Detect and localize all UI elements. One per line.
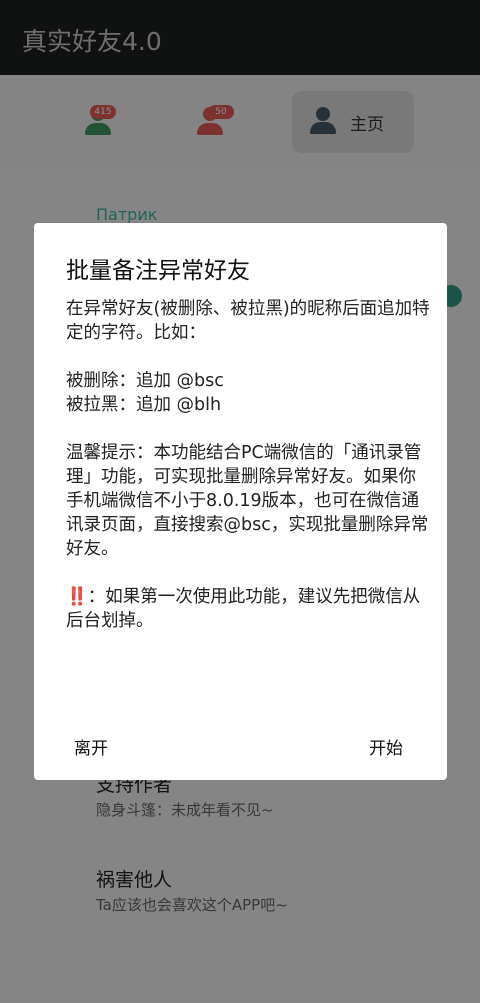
double-exclamation-icon: ‼️	[66, 587, 88, 607]
start-button[interactable]: 开始	[369, 734, 403, 759]
batch-remark-dialog: 批量备注异常好友 在异常好友(被删除、被拉黑)的昵称后面追加特定的字符。比如： …	[34, 223, 447, 780]
leave-button[interactable]: 离开	[74, 734, 108, 759]
dialog-warning: ：如果第一次使用此功能，建议先把微信从后台划掉。	[66, 587, 421, 631]
dialog-message: 在异常好友(被删除、被拉黑)的昵称后面追加特定的字符。比如： 被删除：追加 @b…	[66, 297, 431, 633]
dialog-intro: 在异常好友(被删除、被拉黑)的昵称后面追加特定的字符。比如：	[66, 299, 430, 343]
dialog-title: 批量备注异常好友	[66, 258, 250, 284]
rule-blocked: 被拉黑：追加 @blh	[66, 395, 222, 415]
dialog-tip: 温馨提示：本功能结合PC端微信的「通讯录管理」功能，可实现批量删除异常好友。如果…	[66, 443, 429, 559]
rule-deleted: 被删除：追加 @bsc	[66, 371, 224, 391]
